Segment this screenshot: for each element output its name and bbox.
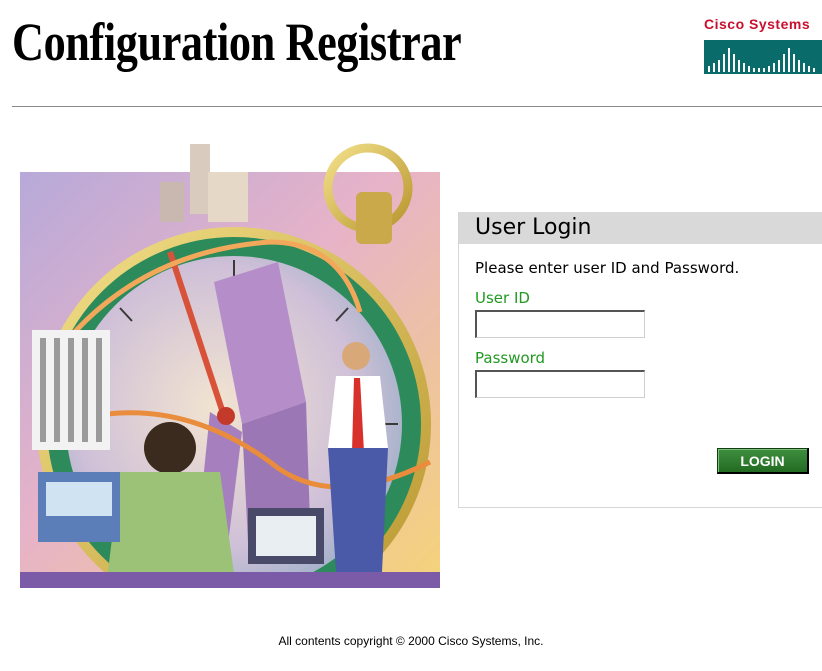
cisco-logo: Cisco Systems	[704, 16, 822, 78]
login-header: User Login	[459, 212, 822, 244]
app-title: Configuration Registrar	[12, 12, 462, 72]
user-id-label: User ID	[475, 289, 530, 307]
user-id-input[interactable]	[475, 310, 645, 338]
cisco-bridge-icon	[704, 40, 822, 74]
copyright-footer: All contents copyright © 2000 Cisco Syst…	[278, 634, 544, 648]
password-label: Password	[475, 349, 546, 367]
login-title: User Login	[475, 215, 592, 240]
brand-name: Cisco Systems	[704, 16, 811, 32]
header-divider	[12, 106, 822, 107]
login-button[interactable]: LOGIN	[717, 448, 809, 474]
login-instructions: Please enter user ID and Password.	[475, 259, 740, 277]
password-input[interactable]	[475, 370, 645, 398]
stopwatch-business-illustration	[20, 143, 440, 588]
login-panel: User Login Please enter user ID and Pass…	[458, 212, 822, 508]
